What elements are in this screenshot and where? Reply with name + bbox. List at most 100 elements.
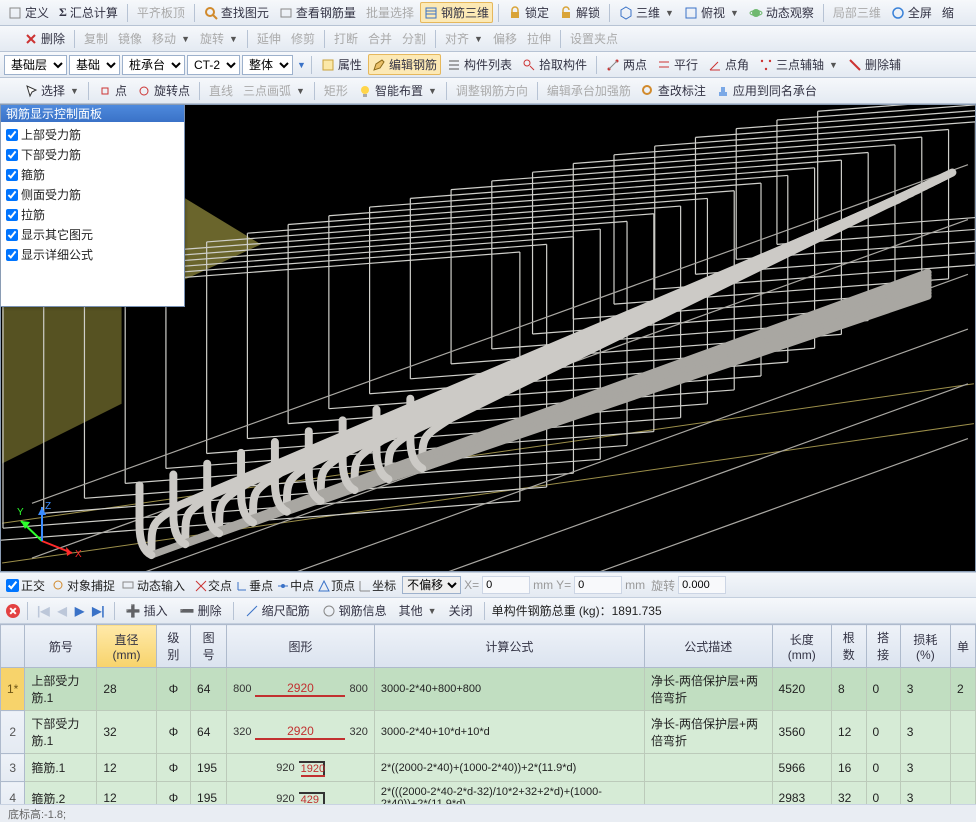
col-header[interactable]: 损耗(%) [900,625,950,668]
ptangle-button[interactable]: 点角 [704,54,753,75]
viewport-3d[interactable]: 钢筋显示控制面板 上部受力筋 下部受力筋 箍筋 侧面受力筋 拉筋 显示其它图元 … [0,104,976,572]
col-header[interactable]: 搭接 [866,625,900,668]
panel-item-3[interactable]: 侧面受力筋 [6,186,178,203]
editcap-tool[interactable]: 编辑承台加强筋 [543,80,635,101]
trim-button[interactable]: 修剪 [287,28,319,49]
subcategory-select[interactable]: 桩承台 [122,55,185,75]
view3d-dropdown[interactable]: 三维▼ [615,2,678,23]
check-qty-button[interactable]: 查看钢筋量 [275,2,360,23]
setgrip-button[interactable]: 设置夹点 [566,28,622,49]
item-select[interactable]: CT-2 [187,55,240,75]
dynview-button[interactable]: 动态观察 [745,2,818,23]
applysame-tool[interactable]: 应用到同名承台 [712,80,821,101]
scale-rebar-button[interactable]: 缩尺配筋 [241,600,314,621]
rotpt-tool[interactable]: 旋转点 [133,80,194,101]
delete-button[interactable]: 删除 [20,28,69,49]
move-button[interactable]: 移动▼ [148,28,194,49]
mirror-button[interactable]: 镜像 [114,28,146,49]
col-header[interactable]: 级别 [156,625,190,668]
table-row[interactable]: 4箍筋.212Φ1959204292*(((2000-2*40-2*d-32)/… [1,782,976,805]
find-element-button[interactable]: 查找图元 [200,2,273,23]
break-button[interactable]: 打断 [330,28,362,49]
rebar-grid[interactable]: 筋号直径(mm)级别图号图形计算公式公式描述长度(mm)根数搭接损耗(%)单 1… [0,624,976,804]
parallel-button[interactable]: 平行 [653,54,702,75]
grid-delete-button[interactable]: ➖ 删除 [176,600,226,621]
panel-item-1[interactable]: 下部受力筋 [6,146,178,163]
offset-mode-select[interactable]: 不偏移 [402,576,461,594]
osnap-toggle[interactable]: 对象捕捉 [51,577,115,594]
table-row[interactable]: 3箍筋.112Φ19592019202*((2000-2*40)+(1000-2… [1,754,976,782]
delaux-button[interactable]: 删除辅 [844,54,905,75]
col-header[interactable]: 计算公式 [374,625,644,668]
xpt-snap[interactable]: 交点 [194,577,232,594]
attr-button[interactable]: 属性 [317,54,366,75]
sum-button[interactable]: Σ 汇总计算 [55,2,122,23]
mid-snap[interactable]: 中点 [276,577,314,594]
line-tool[interactable]: 直线 [205,80,237,101]
grid-close-button[interactable]: 关闭 [445,600,477,621]
adjdir-tool[interactable]: 调整钢筋方向 [452,80,532,101]
lock-button[interactable]: 锁定 [504,2,553,23]
nav-next[interactable]: ▶ [73,604,86,618]
col-header[interactable]: 直径(mm) [97,625,156,668]
col-header[interactable]: 公式描述 [645,625,772,668]
select-tool[interactable]: 选择▼ [20,80,83,101]
rebar-display-panel[interactable]: 钢筋显示控制面板 上部受力筋 下部受力筋 箍筋 侧面受力筋 拉筋 显示其它图元 … [0,104,185,307]
autolay-tool[interactable]: 智能布置▼ [354,80,441,101]
point-tool[interactable]: 点 [94,80,131,101]
perp-snap[interactable]: 垂点 [235,577,273,594]
top-snap[interactable]: 顶点 [317,577,355,594]
panel-item-6[interactable]: 显示详细公式 [6,246,178,263]
align-button[interactable]: 对齐▼ [441,28,487,49]
table-row[interactable]: 2下部受力筋.132Φ6432029203203000-2*40+10*d+10… [1,711,976,754]
nav-last[interactable]: ▶| [90,604,107,618]
define-button[interactable]: 定义 [4,2,53,23]
extend-button[interactable]: 延伸 [253,28,285,49]
nav-first[interactable]: |◀ [35,604,52,618]
elem-list-button[interactable]: 构件列表 [443,54,516,75]
merge-button[interactable]: 合并 [364,28,396,49]
local3d-button[interactable]: 局部三维 [829,2,885,23]
rebar-3d-button[interactable]: 钢筋三维 [420,2,493,23]
batch-select-button[interactable]: 批量选择 [362,2,418,23]
panel-item-4[interactable]: 拉筋 [6,206,178,223]
nav-prev[interactable]: ◀ [56,604,69,618]
grid-insert-button[interactable]: ➕ 插入 [122,600,172,621]
threept-button[interactable]: 三点辅轴▼ [755,54,842,75]
close-grid-icon[interactable] [6,604,20,618]
scope-select[interactable]: 整体 [242,55,293,75]
ortho-toggle[interactable]: 正交 [6,577,45,594]
col-header[interactable]: 单 [950,625,975,668]
col-header[interactable]: 根数 [831,625,866,668]
zoom-button[interactable]: 缩 [938,2,958,23]
edit-rebar-button[interactable]: 编辑钢筋 [368,54,441,75]
offset-button[interactable]: 偏移 [489,28,521,49]
rebar-info-button[interactable]: 钢筋信息 [318,600,391,621]
panel-item-0[interactable]: 上部受力筋 [6,126,178,143]
pick-elem-button[interactable]: 拾取构件 [518,54,591,75]
flatten-button[interactable]: 平齐板顶 [133,2,189,23]
table-row[interactable]: 1*上部受力筋.128Φ6480029208003000-2*40+800+80… [1,668,976,711]
other-dropdown[interactable]: 其他▼ [395,600,441,621]
dyninput-toggle[interactable]: 动态输入 [121,577,185,594]
unlock-button[interactable]: 解锁 [555,2,604,23]
persp-dropdown[interactable]: 俯视▼ [680,2,743,23]
col-header[interactable] [1,625,25,668]
layer-select[interactable]: 基础层 [4,55,67,75]
col-header[interactable]: 图号 [191,625,227,668]
fullscreen-button[interactable]: 全屏 [887,2,936,23]
rect-tool[interactable]: 矩形 [320,80,352,101]
panel-item-5[interactable]: 显示其它图元 [6,226,178,243]
arc3-tool[interactable]: 三点画弧▼ [239,80,309,101]
chklabel-tool[interactable]: 查改标注 [637,80,710,101]
twopt-button[interactable]: 两点 [602,54,651,75]
split-button[interactable]: 分割 [398,28,430,49]
stretch-button[interactable]: 拉伸 [523,28,555,49]
coord-snap[interactable]: 坐标 [358,577,396,594]
col-header[interactable]: 图形 [227,625,375,668]
copy-button[interactable]: 复制 [80,28,112,49]
rotate-button[interactable]: 旋转▼ [196,28,242,49]
panel-item-2[interactable]: 箍筋 [6,166,178,183]
category-select[interactable]: 基础 [69,55,120,75]
col-header[interactable]: 筋号 [25,625,97,668]
